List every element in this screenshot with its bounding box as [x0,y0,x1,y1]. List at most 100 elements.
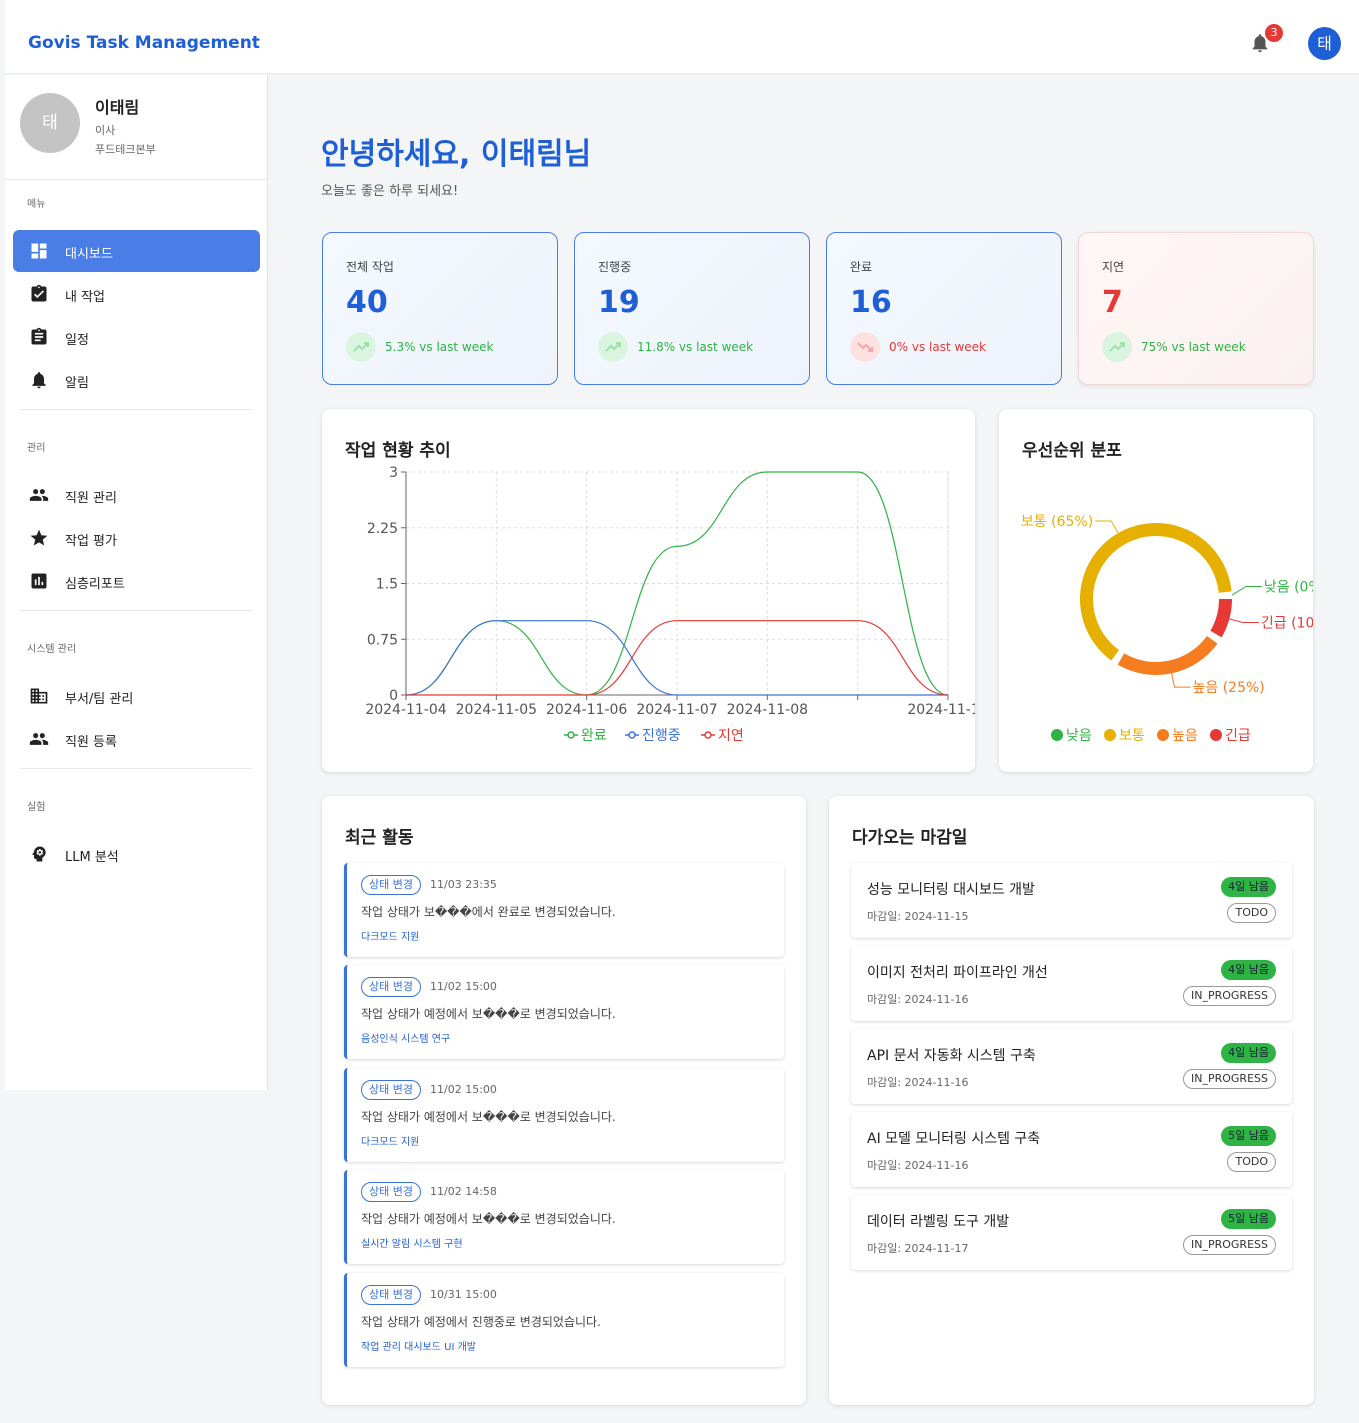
stat-card-delayed[interactable]: 지연 7 75% vs last week [1078,232,1314,385]
activity-time: 11/02 14:58 [430,1185,497,1198]
legend-marker [1104,729,1116,741]
deadline-date: 마감일: 2024-11-16 [867,1076,969,1089]
sidebar-item-notifications[interactable]: 알림 [13,359,260,401]
people-icon [29,489,49,501]
deadlines-card: 다가오는 마감일 성능 모니터링 대시보드 개발 마감일: 2024-11-15… [829,796,1314,1405]
sidebar-item-report[interactable]: 심층리포트 [13,560,260,602]
legend-marker [628,731,636,739]
status-badge: IN_PROGRESS [1183,1069,1276,1089]
sidebar-item-label: 직원 관리 [65,491,117,506]
stat-trend: 11.8% vs last week [637,340,754,354]
activity-time: 11/02 15:00 [430,1083,497,1096]
activity-item[interactable]: 상태 변경 11/02 15:00 작업 상태가 예정에서 보���로 변경되었… [344,965,784,1059]
days-left-badge: 5일 남음 [1221,1126,1276,1146]
notification-badge: 3 [1265,24,1283,42]
trend-chart: 00.751.52.2532024-11-04 2024-11-05 2024-11… [365,465,975,744]
sidebar-item-departments[interactable]: 부서/팀 관리 [13,675,260,717]
activity-item[interactable]: 상태 변경 11/02 15:00 작업 상태가 예정에서 보���로 변경되었… [344,1068,784,1162]
profile-name: 이태림 [95,98,140,117]
activity-task-link[interactable]: 실시간 알림 시스템 구현 [361,1235,463,1250]
status-badge: IN_PROGRESS [1183,1235,1276,1255]
section-label-experimental: 실험 [27,802,46,813]
user-avatar[interactable]: 태 [1308,27,1341,60]
sidebar-item-dashboard[interactable]: 대시보드 [13,230,260,272]
sidebar-item-my-tasks[interactable]: 내 작업 [13,273,260,315]
sidebar-item-register[interactable]: 직원 등록 [13,718,260,760]
legend-label: 긴급 [1225,728,1251,744]
legend-item: 지연 [701,728,744,744]
profile-avatar: 태 [20,93,80,153]
y-tick-label: 2.25 [367,521,398,537]
stat-label: 진행중 [598,260,632,274]
legend-label: 완료 [581,728,607,744]
sidebar-item-label: 작업 평가 [65,534,117,549]
priority-chart-card: 우선순위 분포 긴급 (10%)높음 (25%)보통 (65%)낮음 (0%)낮… [999,409,1313,772]
deadline-item[interactable]: 이미지 전처리 파이프라인 개선 마감일: 2024-11-16 4일 남음 I… [851,946,1292,1021]
stat-card-completed[interactable]: 완료 16 0% vs last week [826,232,1062,385]
sidebar-item-label: 대시보드 [65,247,113,262]
status-badge: TODO [1227,1152,1276,1172]
sidebar-item-llm[interactable]: LLM 분석 [13,833,260,875]
legend-label: 높음 [1172,728,1198,744]
callout-label: 긴급 (10%) [1261,615,1313,631]
profile-divider [5,179,267,180]
deadline-item[interactable]: 데이터 라벨링 도구 개발 마감일: 2024-11-17 5일 남음 IN_P… [851,1195,1292,1270]
assignment-check-icon [31,284,47,302]
x-tick-label: 2024-11-06 [546,702,627,718]
legend-marker [567,731,575,739]
sidebar: 태 이태림 이사 푸드테크본부 메뉴 대시보드 내 작업 일정 알림 관리 직원… [5,75,268,1090]
callout-line [1231,586,1262,596]
activity-message: 작업 상태가 보���에서 완료로 변경되었습니다. [361,905,616,919]
deadline-item[interactable]: API 문서 자동화 시스템 구축 마감일: 2024-11-16 4일 남음 … [851,1029,1292,1104]
activity-message: 작업 상태가 예정에서 보���로 변경되었습니다. [361,1212,616,1226]
days-left-badge: 5일 남음 [1221,1209,1276,1229]
days-left-badge: 4일 남음 [1221,1043,1276,1063]
sidebar-item-label: 일정 [65,333,89,348]
activity-item[interactable]: 상태 변경 11/03 23:35 작업 상태가 보���에서 완료로 변경되었… [344,863,784,957]
deadline-date: 마감일: 2024-11-17 [867,1242,969,1255]
activity-tag: 상태 변경 [361,1182,421,1202]
deadline-title: 데이터 라벨링 도구 개발 [867,1214,1010,1230]
people-icon [29,733,49,745]
activity-task-link[interactable]: 음성인식 시스템 연구 [361,1030,450,1045]
legend-label: 지연 [718,728,744,744]
stat-card-total[interactable]: 전체 작업 40 5.3% vs last week [322,232,558,385]
y-tick-label: 0.75 [367,632,398,648]
stat-card-in-progress[interactable]: 진행중 19 11.8% vs last week [574,232,810,385]
sidebar-item-label: 심층리포트 [65,577,125,592]
trending-up-icon [1102,332,1132,362]
deadline-title: 성능 모니터링 대시보드 개발 [867,882,1035,898]
section-label-system: 시스템 관리 [27,644,77,655]
profile-title: 이사 [95,124,116,137]
deadline-date: 마감일: 2024-11-16 [867,993,969,1006]
activity-message: 작업 상태가 예정에서 보���로 변경되었습니다. [361,1007,616,1021]
legend-label: 보통 [1119,728,1145,744]
legend-item: 완료 [564,728,607,744]
trending-up-icon [346,332,376,362]
activity-task-link[interactable]: 작업 관리 대시보드 UI 개발 [361,1338,476,1353]
card-title: 최근 활동 [345,828,414,848]
deadline-title: 이미지 전처리 파이프라인 개선 [867,965,1048,981]
sidebar-item-staff[interactable]: 직원 관리 [13,474,260,516]
x-tick-label: 2024-11-07 [636,702,717,718]
brand-title[interactable]: Govis Task Management [28,33,260,53]
trending-down-icon [850,332,880,362]
sidebar-item-label: 알림 [65,376,89,391]
x-tick-label: 2024-11-08 [727,702,808,718]
activity-item[interactable]: 상태 변경 11/02 14:58 작업 상태가 예정에서 보���로 변경되었… [344,1170,784,1264]
callout-label: 낮음 (0%) [1264,580,1313,596]
activity-item[interactable]: 상태 변경 10/31 15:00 작업 상태가 예정에서 진행중로 변경되었습… [344,1273,784,1367]
callout-label: 보통 (65%) [1021,514,1093,530]
legend-item: 진행중 [625,728,681,744]
deadline-item[interactable]: AI 모델 모니터링 시스템 구축 마감일: 2024-11-16 5일 남음 … [851,1112,1292,1187]
section-divider [20,768,252,769]
activity-task-link[interactable]: 다크모드 지원 [361,1133,419,1148]
bell-icon [32,372,46,389]
legend-label: 진행중 [642,728,681,744]
sidebar-item-schedule[interactable]: 일정 [13,316,260,358]
dashboard-icon [31,243,47,259]
building-icon [30,688,48,704]
activity-task-link[interactable]: 다크모드 지원 [361,928,419,943]
sidebar-item-evaluation[interactable]: 작업 평가 [13,517,260,559]
deadline-item[interactable]: 성능 모니터링 대시보드 개발 마감일: 2024-11-15 4일 남음 TO… [851,863,1292,938]
